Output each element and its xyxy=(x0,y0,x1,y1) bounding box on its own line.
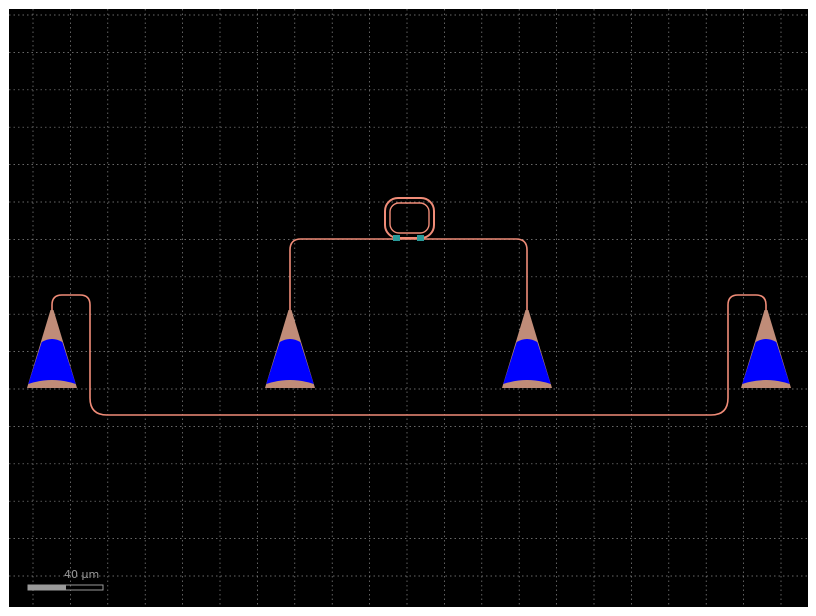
layout-viewer[interactable]: 40 µm xyxy=(0,0,816,616)
ring-via-right xyxy=(417,235,424,241)
scale-bar-label: 40 µm xyxy=(64,568,99,581)
ring-via-left xyxy=(393,235,400,241)
scale-bar-fill xyxy=(28,585,66,590)
canvas-background xyxy=(9,9,808,607)
layout-canvas[interactable]: 40 µm xyxy=(0,0,816,616)
